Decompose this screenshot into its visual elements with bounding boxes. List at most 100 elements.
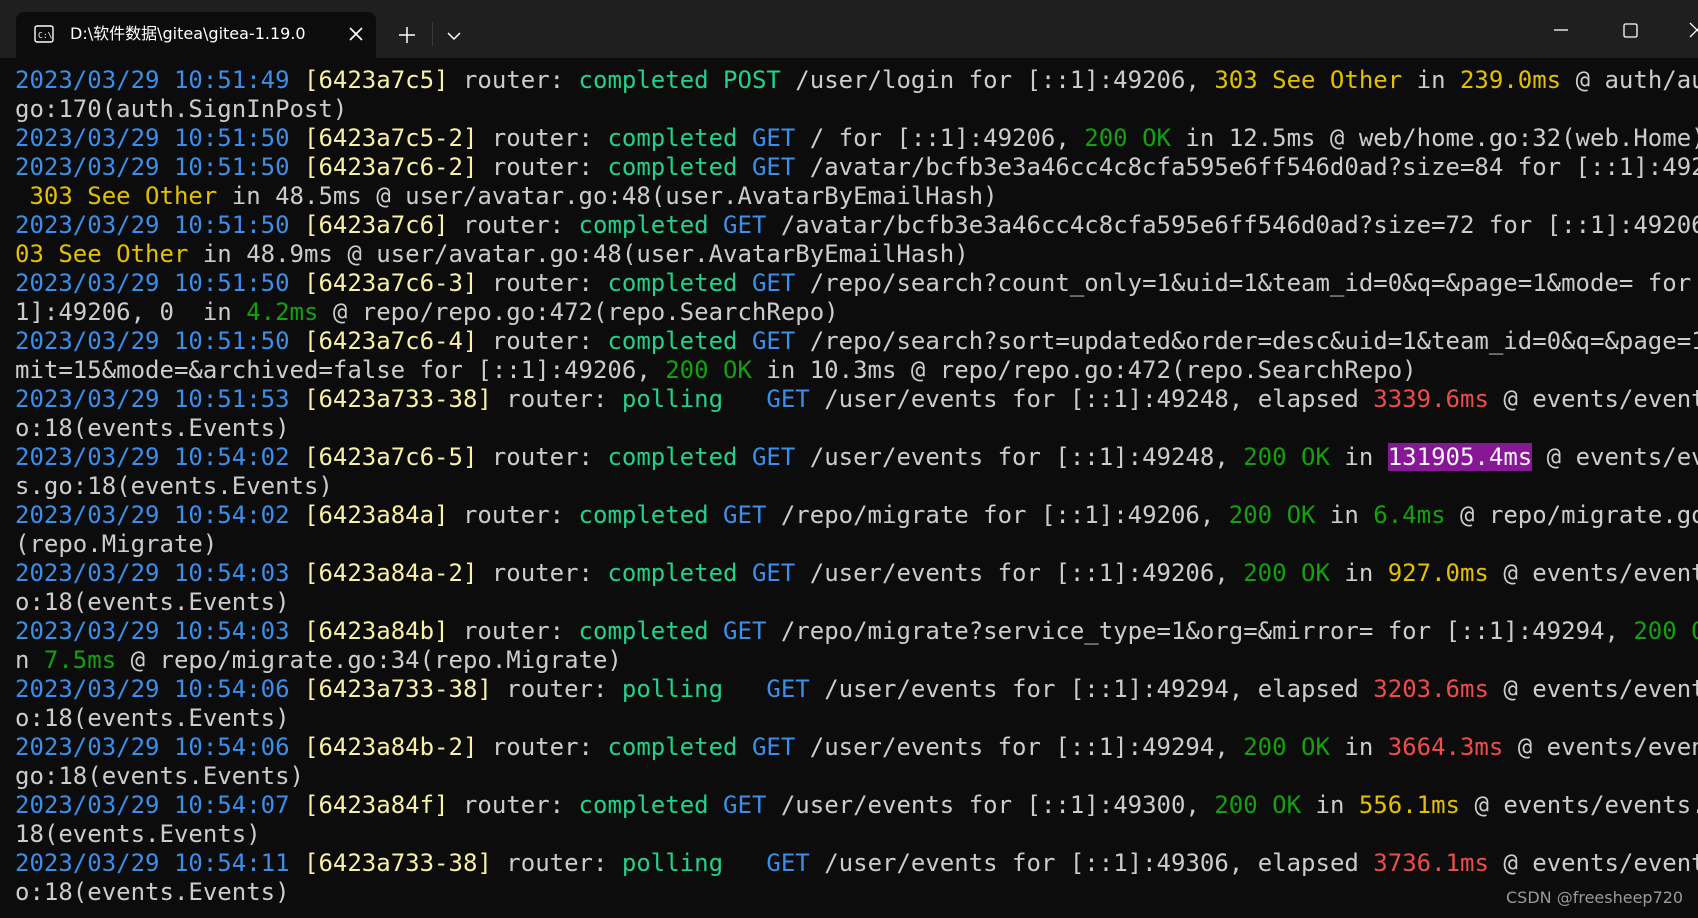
log-line: 2023/03/29 10:54:03 [6423a84b] router: c…	[15, 617, 1698, 646]
log-segment: [6423a7c6]	[304, 211, 449, 239]
log-segment	[737, 327, 751, 355]
log-segment: 18(events.Events)	[15, 820, 261, 848]
log-segment: 200 OK	[1214, 791, 1302, 819]
close-tab-icon[interactable]	[344, 22, 368, 46]
log-line: 2023/03/29 10:54:06 [6423a733-38] router…	[15, 675, 1698, 704]
log-segment	[290, 211, 304, 239]
log-line: 2023/03/29 10:54:02 [6423a7c6-5] router:…	[15, 443, 1698, 472]
log-segment: 200 OK	[1243, 733, 1330, 761]
log-segment: [6423a7c6-3]	[304, 269, 478, 297]
log-segment: in	[1329, 733, 1388, 761]
log-segment: router:	[448, 66, 579, 94]
log-segment	[709, 791, 723, 819]
log-segment: completed	[578, 791, 709, 819]
log-segment: /avatar/bcfb3e3a46cc4c8cfa595e6ff546d0ad…	[766, 211, 1698, 239]
log-line: o:18(events.Events)	[15, 704, 1698, 733]
log-segment: GET	[751, 559, 796, 587]
log-segment: in	[1329, 559, 1388, 587]
log-segment: (repo.Migrate)	[15, 530, 218, 558]
log-segment: in	[1315, 501, 1374, 529]
log-segment	[723, 675, 766, 703]
log-segment: router:	[477, 124, 608, 152]
log-line: 2023/03/29 10:51:50 [6423a7c6-4] router:…	[15, 327, 1698, 356]
log-segment: 200 OK	[1633, 617, 1698, 645]
close-icon[interactable]	[1678, 16, 1698, 44]
log-line: go:170(auth.SignInPost)	[15, 95, 1698, 124]
log-segment: /user/events for [::1]:49248,	[795, 443, 1244, 471]
log-line: o:18(events.Events)	[15, 878, 1698, 907]
minimize-icon[interactable]	[1542, 16, 1578, 44]
log-segment	[737, 559, 751, 587]
log-segment: [6423a84a-2]	[304, 559, 478, 587]
log-segment: router:	[448, 791, 579, 819]
log-segment: s.go:18(events.Events)	[15, 472, 333, 500]
title-bar: C:\ D:\软件数据\gitea\gitea-1.19.0	[0, 0, 1698, 58]
svg-text:C:\: C:\	[38, 31, 53, 40]
log-segment: o:18(events.Events)	[15, 704, 290, 732]
log-segment	[737, 733, 751, 761]
log-segment	[290, 153, 304, 181]
log-segment: router:	[477, 443, 608, 471]
log-segment: GET	[723, 501, 767, 529]
log-segment: 200 OK	[1243, 559, 1330, 587]
log-segment: 3339.6ms	[1373, 385, 1489, 413]
log-segment	[290, 124, 304, 152]
log-segment: [6423a84f]	[304, 791, 449, 819]
log-line: 2023/03/29 10:51:50 [6423a7c6-2] router:…	[15, 153, 1698, 182]
log-line: s.go:18(events.Events)	[15, 472, 1698, 501]
log-segment: in 48.5ms @ user/avatar.go:48(user.Avata…	[217, 182, 998, 210]
log-line: 2023/03/29 10:54:11 [6423a733-38] router…	[15, 849, 1698, 878]
log-segment: /user/events for [::1]:49294,	[795, 733, 1244, 761]
log-segment	[290, 385, 304, 413]
log-segment: 2023/03/29 10:51:53	[15, 385, 290, 413]
log-segment: completed	[607, 559, 738, 587]
log-segment: 303 See Other	[1214, 66, 1403, 94]
log-line: go:18(events.Events)	[15, 762, 1698, 791]
log-segment: in	[1402, 66, 1460, 94]
log-line: 303 See Other in 48.5ms @ user/avatar.go…	[15, 182, 1698, 211]
log-segment: router:	[491, 385, 622, 413]
log-segment: 2023/03/29 10:54:02	[15, 443, 290, 471]
log-segment: 7.5ms	[43, 646, 117, 674]
log-segment	[709, 211, 723, 239]
log-line: 2023/03/29 10:51:53 [6423a733-38] router…	[15, 385, 1698, 414]
log-segment: / for [::1]:49206,	[795, 124, 1085, 152]
log-segment: [6423a7c5]	[304, 66, 449, 94]
log-segment: 4.2ms	[246, 298, 319, 326]
log-line: 03 See Other in 48.9ms @ user/avatar.go:…	[15, 240, 1698, 269]
log-segment	[290, 443, 304, 471]
log-segment: mit=15&mode=&archived=false for [::1]:49…	[15, 356, 666, 384]
log-segment	[290, 327, 304, 355]
log-segment: 2023/03/29 10:51:50	[15, 153, 290, 181]
log-segment: GET	[751, 124, 796, 152]
log-segment: [6423a7c6-2]	[304, 153, 478, 181]
log-segment	[15, 182, 29, 210]
log-segment: completed	[607, 269, 738, 297]
log-segment	[737, 443, 751, 471]
log-segment: 2023/03/29 10:54:06	[15, 733, 290, 761]
log-segment	[737, 124, 751, 152]
log-segment: 2023/03/29 10:54:06	[15, 675, 290, 703]
log-segment: @ repo/migrate.go:34(repo.Migrate)	[116, 646, 622, 674]
log-segment: in 10.3ms @ repo/repo.go:472(repo.Search…	[751, 356, 1417, 384]
log-segment: @ events/events.go:	[1474, 791, 1698, 819]
log-segment: router:	[477, 733, 608, 761]
log-segment: [6423a84b-2]	[304, 733, 478, 761]
log-segment: completed	[607, 153, 738, 181]
log-segment	[290, 675, 304, 703]
log-segment: 3664.3ms	[1387, 733, 1504, 761]
log-line: mit=15&mode=&archived=false for [::1]:49…	[15, 356, 1698, 385]
terminal-output[interactable]: 2023/03/29 10:51:49 [6423a7c5] router: c…	[15, 66, 1698, 918]
log-segment: [6423a733-38]	[304, 675, 492, 703]
new-tab-icon[interactable]	[394, 22, 420, 48]
log-segment: completed	[607, 443, 738, 471]
tab-active[interactable]: C:\ D:\软件数据\gitea\gitea-1.19.0	[16, 12, 376, 58]
terminal-icon: C:\	[34, 25, 54, 43]
log-segment: 200 OK	[665, 356, 752, 384]
log-segment: completed	[578, 66, 709, 94]
chevron-down-icon[interactable]	[442, 24, 466, 48]
log-segment: @ events/event	[1546, 443, 1698, 471]
log-segment: @ events/events.g	[1503, 849, 1698, 877]
maximize-icon[interactable]	[1612, 16, 1648, 44]
log-segment: 03 See Other	[15, 240, 189, 268]
